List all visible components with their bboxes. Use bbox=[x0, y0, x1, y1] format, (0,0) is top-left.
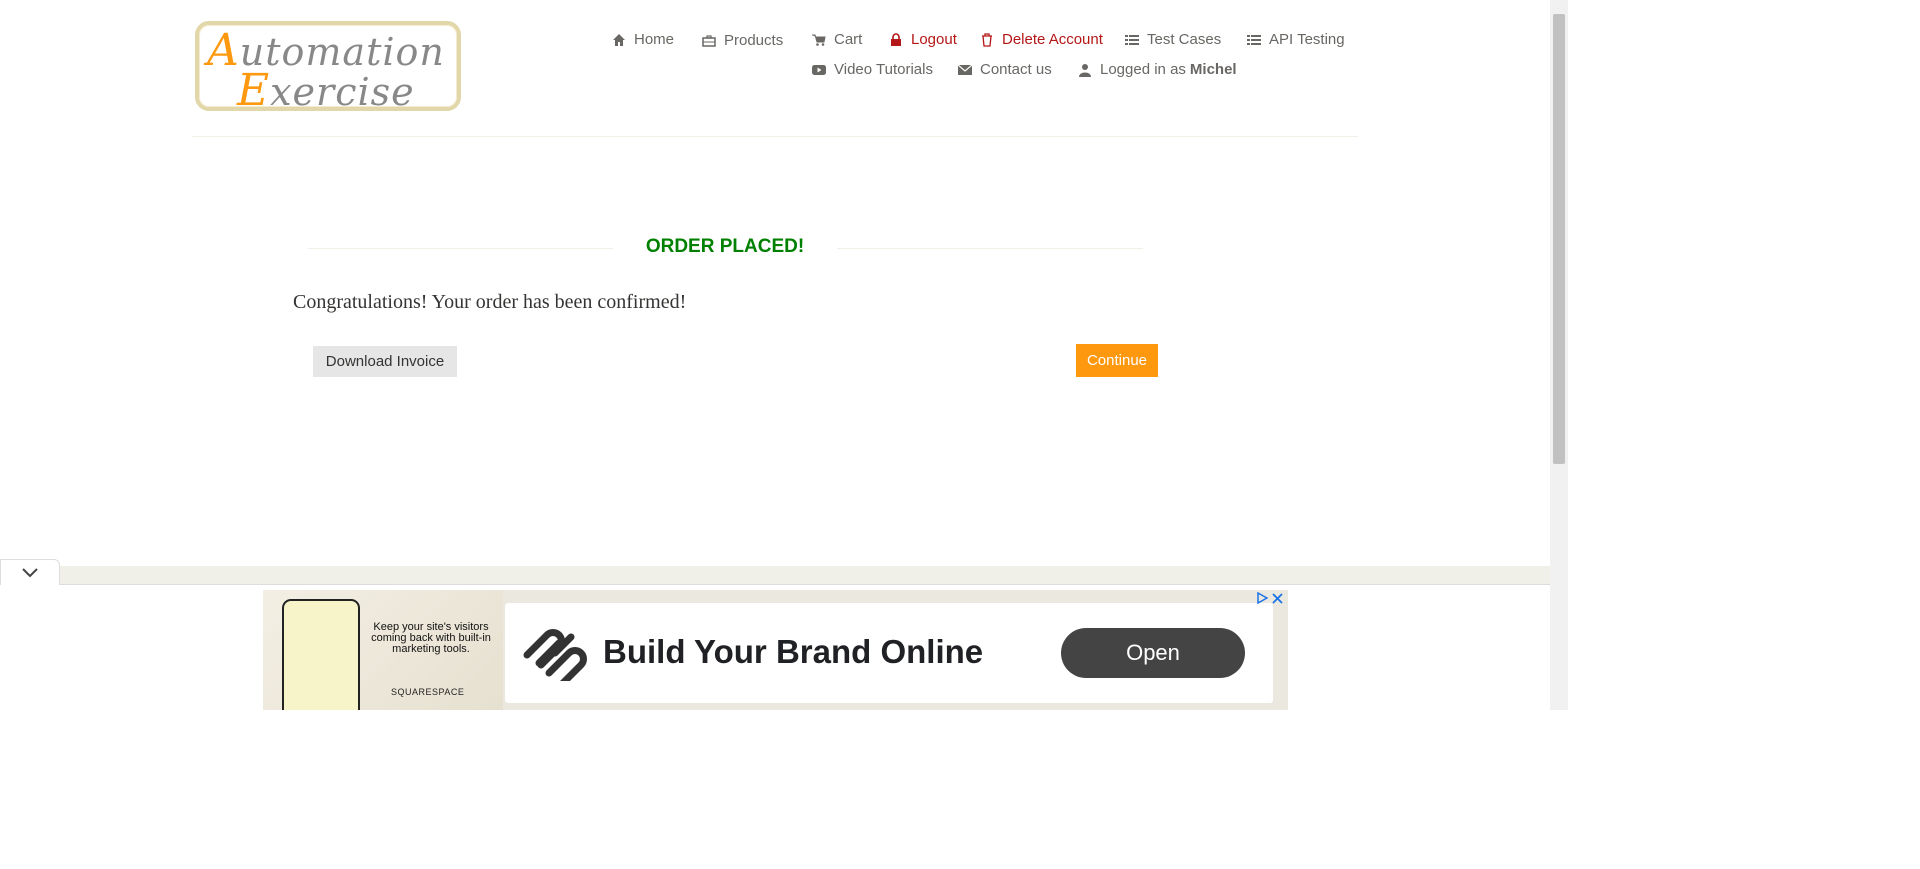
title-divider-right bbox=[837, 248, 1143, 249]
site-logo[interactable]: Automation Exercise bbox=[195, 21, 461, 116]
logged-in-status: Logged in as Michel bbox=[1078, 61, 1237, 78]
nav-logout-label: Logout bbox=[911, 31, 957, 48]
nav-test-cases-label: Test Cases bbox=[1147, 31, 1222, 48]
ad-headline: Build Your Brand Online bbox=[603, 633, 984, 670]
ad-brand-label: SQUARESPACE bbox=[391, 687, 465, 697]
chevron-down-icon bbox=[22, 567, 38, 577]
nav-delete-account-label: Delete Account bbox=[1002, 31, 1103, 48]
logo-line-2: Exercise bbox=[237, 65, 415, 116]
list-icon bbox=[1125, 34, 1139, 45]
adchoices-icon bbox=[1257, 592, 1268, 604]
nav-contact-us[interactable]: Contact us bbox=[958, 61, 1052, 78]
trash-icon bbox=[982, 32, 992, 47]
nav-api-testing[interactable]: API Testing bbox=[1247, 31, 1345, 48]
nav-cart-label: Cart bbox=[834, 31, 863, 48]
briefcase-icon bbox=[702, 34, 716, 47]
order-confirmation-message: Congratulations! Your order has been con… bbox=[293, 291, 687, 313]
logged-in-username: Michel bbox=[1189, 61, 1237, 78]
user-icon bbox=[1079, 63, 1091, 77]
continue-button[interactable]: Continue bbox=[1076, 344, 1158, 377]
youtube-icon bbox=[812, 64, 826, 75]
squarespace-logo-icon bbox=[523, 629, 587, 681]
logged-in-prefix: Logged in as bbox=[1100, 61, 1186, 78]
lock-icon bbox=[891, 32, 901, 46]
nav-video-tutorials[interactable]: Video Tutorials bbox=[812, 61, 933, 78]
nav-logout[interactable]: Logout bbox=[889, 31, 957, 48]
nav-test-cases[interactable]: Test Cases bbox=[1125, 31, 1221, 48]
envelope-icon bbox=[958, 64, 972, 75]
cart-icon bbox=[812, 34, 826, 46]
title-divider-left bbox=[308, 248, 613, 249]
scrollbar-thumb[interactable] bbox=[1553, 14, 1565, 464]
order-placed-title: ORDER PLACED! bbox=[645, 236, 805, 257]
download-invoice-button[interactable]: Download Invoice bbox=[313, 346, 457, 377]
nav-products[interactable]: Products bbox=[702, 32, 783, 49]
list-icon bbox=[1247, 34, 1261, 45]
ad-choices[interactable] bbox=[1256, 591, 1288, 605]
home-icon bbox=[613, 33, 625, 46]
nav-home[interactable]: Home bbox=[612, 31, 674, 48]
close-icon[interactable] bbox=[1272, 592, 1283, 604]
nav-cart[interactable]: Cart bbox=[812, 31, 862, 48]
page-scrollbar[interactable] bbox=[1550, 0, 1568, 710]
ad-image-text: Keep your site's visitors coming back wi… bbox=[371, 621, 491, 655]
nav-delete-account[interactable]: Delete Account bbox=[980, 31, 1103, 48]
nav-products-label: Products bbox=[724, 32, 784, 49]
phone-mockup bbox=[282, 599, 360, 710]
nav-video-tutorials-label: Video Tutorials bbox=[834, 61, 933, 78]
nav-api-testing-label: API Testing bbox=[1269, 31, 1345, 48]
ad-open-button[interactable]: Open bbox=[1061, 628, 1245, 678]
ad-collapse-toggle[interactable] bbox=[0, 559, 60, 585]
footer-band bbox=[0, 566, 1550, 584]
ad-panel: Build Your Brand Online Open bbox=[505, 603, 1273, 703]
ad-banner[interactable]: Keep your site's visitors coming back wi… bbox=[263, 590, 1288, 710]
ad-image: Keep your site's visitors coming back wi… bbox=[263, 590, 503, 710]
nav-home-label: Home bbox=[634, 31, 675, 48]
nav-contact-us-label: Contact us bbox=[980, 61, 1052, 78]
